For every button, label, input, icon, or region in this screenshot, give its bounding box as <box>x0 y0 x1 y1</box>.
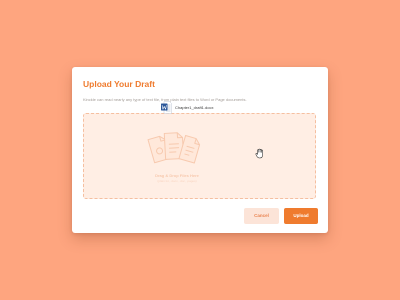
word-doc-icon <box>161 101 172 114</box>
upload-dialog: Upload Your Draft Kinckle can read nearl… <box>72 67 328 233</box>
documents-stack-icon <box>147 132 201 164</box>
dragged-file[interactable]: Chapter1_draft1.docx <box>161 100 221 116</box>
dialog-title: Upload Your Draft <box>83 79 155 89</box>
cancel-button[interactable]: Cancel <box>244 208 279 224</box>
grab-cursor-icon <box>255 148 263 159</box>
dropzone-main-text: Drag & Drop Files Here <box>155 173 199 178</box>
file-dropzone[interactable]: Drag & Drop Files Here (plain txt, .docx… <box>83 113 316 199</box>
dragged-file-name: Chapter1_draft1.docx <box>175 105 214 110</box>
upload-button[interactable]: Upload <box>284 208 318 224</box>
dropzone-hint-text: (plain txt, .docx, .doc, .pages) <box>157 179 197 183</box>
